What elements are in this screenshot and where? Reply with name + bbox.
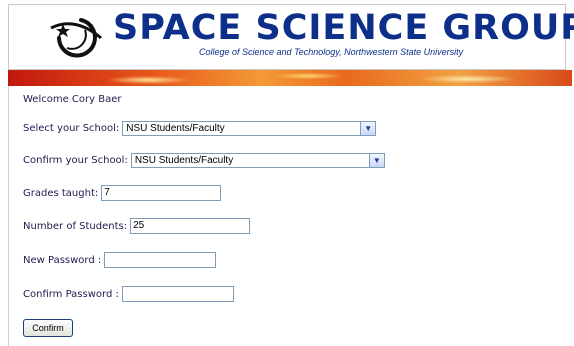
confirm-school-dropdown[interactable]: NSU Students/Faculty ▼ (130, 152, 385, 168)
select-school-row: Select your School: NSU Students/Faculty… (23, 118, 377, 138)
moon-orbit-logo-icon (50, 18, 102, 58)
confirm-school-row: Confirm your School: NSU Students/Facult… (23, 150, 385, 170)
account-form: Welcome Cory Baer Select your School: NS… (8, 86, 573, 346)
confirm-school-value: NSU Students/Faculty (134, 154, 234, 166)
grades-label: Grades taught: (23, 187, 99, 199)
select-school-label: Select your School: (23, 122, 120, 134)
new-password-input[interactable] (104, 252, 217, 268)
grades-row: Grades taught: 7 (23, 183, 222, 203)
chevron-down-icon[interactable]: ▼ (368, 153, 384, 167)
fire-banner (8, 70, 572, 86)
confirm-button[interactable]: Confirm (23, 319, 73, 337)
chevron-down-icon[interactable]: ▼ (360, 121, 376, 135)
grades-input[interactable]: 7 (101, 185, 222, 201)
confirm-password-row: Confirm Password : (23, 284, 234, 304)
confirm-password-label: Confirm Password : (23, 288, 119, 300)
brand-title: SPACE SCIENCE GROUP (113, 8, 574, 48)
brand-subtitle: College of Science and Technology, North… (199, 47, 464, 57)
new-password-row: New Password : (23, 250, 217, 270)
new-password-label: New Password : (23, 254, 102, 266)
students-input[interactable]: 25 (130, 218, 251, 234)
students-label: Number of Students: (23, 220, 128, 232)
select-school-dropdown[interactable]: NSU Students/Faculty ▼ (122, 120, 377, 136)
site-header: SPACE SCIENCE GROUP College of Science a… (8, 4, 574, 70)
welcome-text: Welcome Cory Baer (23, 94, 122, 105)
confirm-password-input[interactable] (121, 286, 234, 302)
students-row: Number of Students: 25 (23, 216, 251, 236)
confirm-school-label: Confirm your School: (23, 154, 128, 166)
select-school-value: NSU Students/Faculty (126, 122, 225, 134)
